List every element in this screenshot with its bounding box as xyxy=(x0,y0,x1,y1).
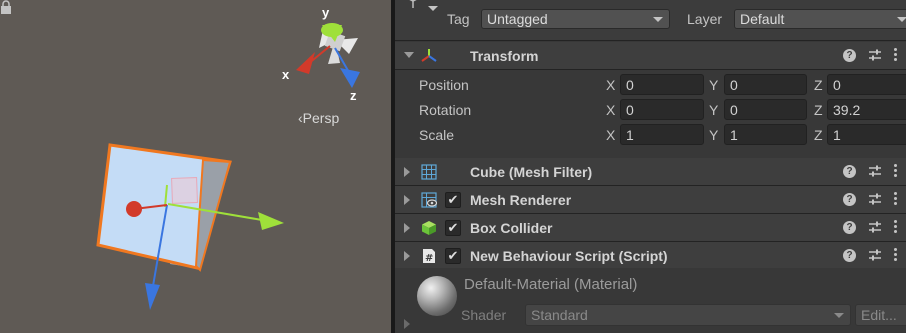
tag-dropdown[interactable]: Untagged xyxy=(481,9,670,29)
scale-y-label[interactable]: Y xyxy=(709,127,718,143)
gizmo-z-label: z xyxy=(350,88,357,103)
persp-toggle[interactable]: ‹Persp xyxy=(298,110,339,126)
tag-label: Tag xyxy=(447,11,470,27)
rotation-z-label[interactable]: Z xyxy=(814,102,823,118)
position-z-label[interactable]: Z xyxy=(814,77,823,93)
move-x-arrow-handle[interactable] xyxy=(258,212,284,230)
kebab-menu-icon[interactable] xyxy=(893,163,899,179)
foldout-closed-icon[interactable] xyxy=(404,195,410,205)
presets-icon[interactable] xyxy=(868,192,882,206)
scene-canvas[interactable]: y x z xyxy=(0,0,391,333)
material-preview-sphere[interactable] xyxy=(417,276,457,316)
kebab-menu-icon[interactable] xyxy=(893,247,899,263)
scene-gizmo[interactable]: y x z xyxy=(282,5,360,103)
mesh-filter-icon xyxy=(421,164,437,180)
position-label: Position xyxy=(419,77,469,93)
move-z-arrow-handle[interactable] xyxy=(145,283,160,310)
transform-icon xyxy=(421,49,437,62)
box-collider-enabled-checkbox[interactable]: ✔ xyxy=(445,220,461,236)
presets-icon[interactable] xyxy=(868,48,882,62)
gameobject-icon-dropdown-caret[interactable] xyxy=(428,6,438,11)
script-title: New Behaviour Script (Script) xyxy=(470,248,668,264)
scene-view[interactable]: y x z ‹Persp xyxy=(0,0,391,333)
tag-dropdown-value: Untagged xyxy=(487,11,548,27)
scale-label: Scale xyxy=(419,127,455,143)
position-x-label[interactable]: X xyxy=(606,77,615,93)
gizmo-z-cone[interactable] xyxy=(340,68,360,88)
mesh-filter-title: Cube (Mesh Filter) xyxy=(470,164,593,180)
gameobject-icon xyxy=(409,0,417,8)
chevron-down-icon xyxy=(897,17,906,22)
gizmo-x-label: x xyxy=(282,67,290,82)
help-icon[interactable]: ? xyxy=(843,249,856,262)
mesh-filter-header[interactable]: Cube (Mesh Filter) ? xyxy=(395,158,906,186)
layer-dropdown[interactable]: Default xyxy=(734,9,906,29)
selected-cube[interactable] xyxy=(96,143,284,310)
shader-dropdown-value: Standard xyxy=(531,307,588,323)
scale-z-field[interactable]: 1 xyxy=(827,124,906,145)
presets-icon[interactable] xyxy=(868,164,882,178)
box-collider-header[interactable]: ✔ Box Collider ? xyxy=(395,214,906,242)
mesh-renderer-enabled-checkbox[interactable]: ✔ xyxy=(445,192,461,208)
rotation-y-field[interactable]: 0 xyxy=(724,99,807,120)
rotation-x-label[interactable]: X xyxy=(606,102,615,118)
chevron-down-icon xyxy=(653,17,663,22)
mesh-renderer-icon xyxy=(421,192,437,208)
inspector-panel: Tag Untagged Layer Default Transform ? P… xyxy=(395,0,906,333)
presets-icon[interactable] xyxy=(868,248,882,262)
rotation-y-label[interactable]: Y xyxy=(709,102,718,118)
kebab-menu-icon[interactable] xyxy=(893,191,899,207)
material-foldout-icon[interactable] xyxy=(404,319,410,329)
chevron-down-icon xyxy=(834,313,844,318)
lock-icon[interactable] xyxy=(0,0,12,14)
help-icon[interactable]: ? xyxy=(843,165,856,178)
move-plane-handle[interactable] xyxy=(171,177,198,204)
svg-text:#: # xyxy=(425,253,433,264)
rotation-z-field[interactable]: 39.2 xyxy=(827,99,906,120)
gizmo-x-cone[interactable] xyxy=(296,52,315,74)
transform-body: Position X 0 Y 0 Z 0 Rotation X 0 Y 0 Z … xyxy=(395,71,906,157)
foldout-closed-icon[interactable] xyxy=(404,167,410,177)
material-section: Default-Material (Material) Shader Stand… xyxy=(395,268,906,333)
foldout-closed-icon[interactable] xyxy=(404,223,410,233)
layer-dropdown-value: Default xyxy=(740,11,785,27)
scale-x-field[interactable]: 1 xyxy=(620,124,704,145)
transform-header[interactable]: Transform ? xyxy=(395,42,906,70)
foldout-closed-icon[interactable] xyxy=(404,251,410,261)
scale-z-label[interactable]: Z xyxy=(814,127,823,143)
help-icon[interactable]: ? xyxy=(843,49,856,62)
shader-dropdown[interactable]: Standard xyxy=(525,304,851,326)
help-icon[interactable]: ? xyxy=(843,193,856,206)
transform-title: Transform xyxy=(470,48,539,64)
scale-x-label[interactable]: X xyxy=(606,127,615,143)
help-icon[interactable]: ? xyxy=(843,221,856,234)
shader-edit-button[interactable]: Edit... xyxy=(855,304,906,326)
position-z-field[interactable]: 0 xyxy=(827,74,906,95)
gizmo-y-label: y xyxy=(322,5,330,20)
scale-y-field[interactable]: 1 xyxy=(724,124,807,145)
rotation-label: Rotation xyxy=(419,102,472,118)
material-title: Default-Material (Material) xyxy=(464,276,638,293)
foldout-open-icon[interactable] xyxy=(404,52,414,58)
box-collider-title: Box Collider xyxy=(470,220,553,236)
script-icon: # xyxy=(423,249,435,264)
position-y-label[interactable]: Y xyxy=(709,77,718,93)
mesh-renderer-title: Mesh Renderer xyxy=(470,192,572,208)
layer-label: Layer xyxy=(687,11,723,27)
position-y-field[interactable]: 0 xyxy=(724,74,807,95)
rotation-x-field[interactable]: 0 xyxy=(620,99,704,120)
script-component-header[interactable]: # ✔ New Behaviour Script (Script) ? xyxy=(395,242,906,270)
script-enabled-checkbox[interactable]: ✔ xyxy=(445,248,461,264)
kebab-menu-icon[interactable] xyxy=(893,219,899,235)
box-collider-icon xyxy=(422,221,436,235)
tag-layer-row: Tag Untagged Layer Default xyxy=(395,0,906,41)
position-x-field[interactable]: 0 xyxy=(620,74,704,95)
kebab-menu-icon[interactable] xyxy=(893,47,899,63)
presets-icon[interactable] xyxy=(868,220,882,234)
mesh-renderer-header[interactable]: ✔ Mesh Renderer ? xyxy=(395,186,906,214)
shader-label: Shader xyxy=(461,307,507,323)
